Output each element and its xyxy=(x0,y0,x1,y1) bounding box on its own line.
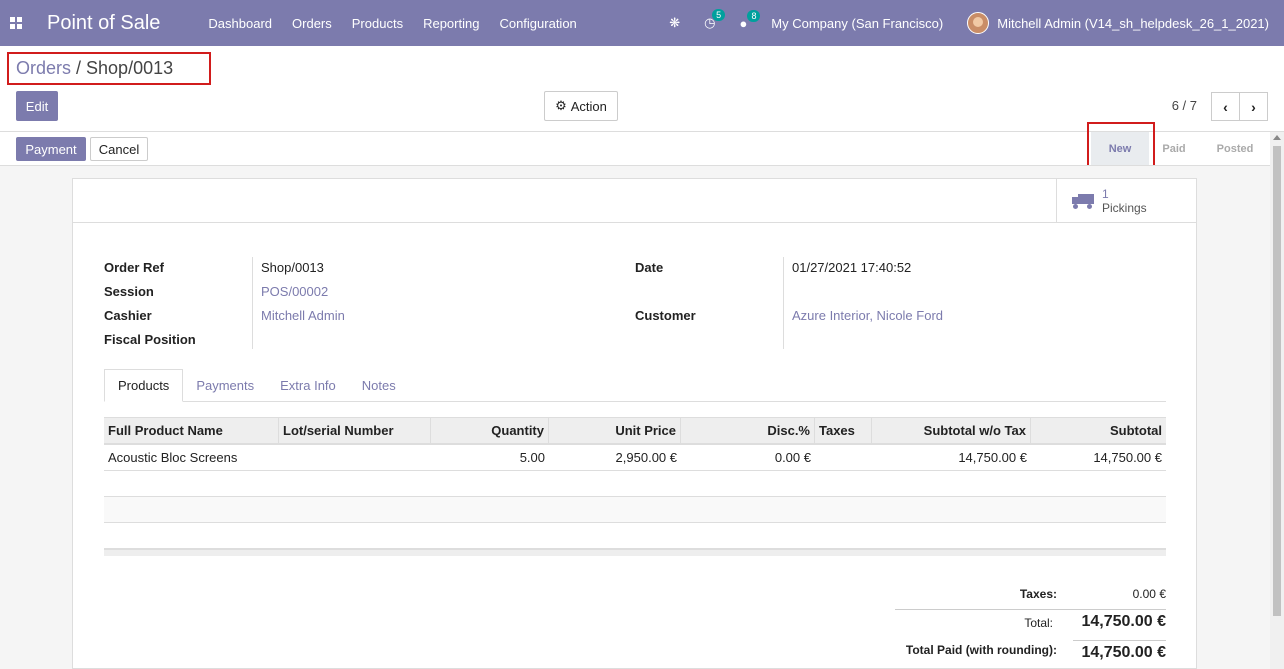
cell-subtotal: 14,750.00 € xyxy=(1093,450,1162,465)
order-lines-table: Full Product Name Lot/serial Number Quan… xyxy=(104,417,1166,556)
scrollbar[interactable] xyxy=(1270,132,1284,669)
app-title[interactable]: Point of Sale xyxy=(47,12,160,35)
pickings-label: Pickings xyxy=(1102,201,1147,215)
table-header: Full Product Name Lot/serial Number Quan… xyxy=(104,417,1166,445)
session-link[interactable]: POS/00002 xyxy=(261,284,328,299)
chevron-left-icon: ‹ xyxy=(1223,98,1228,115)
tab-products[interactable]: Products xyxy=(104,369,184,402)
notebook-tabs: Products Payments Extra Info Notes xyxy=(104,369,409,402)
date-value: 01/27/2021 17:40:52 xyxy=(792,260,912,275)
pager-next-button[interactable]: › xyxy=(1239,92,1268,121)
column-header-discount[interactable]: Disc.% xyxy=(681,418,815,443)
total-paid-label: Total Paid (with rounding): xyxy=(905,643,1057,657)
menu-configuration[interactable]: Configuration xyxy=(499,16,576,31)
gear-icon: ⚙ xyxy=(555,98,567,113)
column-header-taxes[interactable]: Taxes xyxy=(815,418,872,443)
total-value: 14,750.00 € xyxy=(1081,613,1166,630)
smart-button-box: 1 Pickings xyxy=(73,179,1196,223)
menu-orders[interactable]: Orders xyxy=(292,16,332,31)
message-count-badge: 8 xyxy=(747,9,761,22)
cell-taxes xyxy=(815,445,872,470)
session-label: Session xyxy=(104,284,154,299)
date-label: Date xyxy=(635,260,664,275)
total-paid-value: 14,750.00 € xyxy=(1081,644,1166,661)
activity-count-badge: 5 xyxy=(712,9,726,21)
customer-link[interactable]: Azure Interior, Nicole Ford xyxy=(792,308,943,323)
column-header-lot[interactable]: Lot/serial Number xyxy=(279,418,431,443)
truck-icon xyxy=(1072,194,1094,209)
action-label: Action xyxy=(570,98,607,114)
total-label: Total: xyxy=(1024,616,1053,630)
cashier-link[interactable]: Mitchell Admin xyxy=(261,308,345,323)
right-field-separator xyxy=(783,257,784,349)
edit-button[interactable]: Edit xyxy=(16,91,58,121)
table-footer xyxy=(104,549,1166,556)
table-row[interactable]: Acoustic Bloc Screens 5.00 2,950.00 € 0.… xyxy=(104,445,1166,471)
stage-paid[interactable]: Paid xyxy=(1151,132,1197,166)
empty-table-row xyxy=(104,497,1166,523)
cancel-button[interactable]: Cancel xyxy=(90,137,148,161)
paid-separator xyxy=(1073,640,1166,641)
tab-notes[interactable]: Notes xyxy=(349,369,409,402)
company-switcher[interactable]: My Company (San Francisco) xyxy=(771,16,943,31)
menu-dashboard[interactable]: Dashboard xyxy=(208,16,272,31)
empty-table-row xyxy=(104,471,1166,497)
stage-posted[interactable]: Posted xyxy=(1199,132,1271,166)
order-ref-value: Shop/0013 xyxy=(261,260,324,275)
tab-extra-info[interactable]: Extra Info xyxy=(267,369,349,402)
taxes-value: 0.00 € xyxy=(1132,587,1166,601)
scroll-up-icon[interactable] xyxy=(1273,135,1281,140)
main-navbar: Point of Sale Dashboard Orders Products … xyxy=(0,0,1284,46)
scrollbar-thumb[interactable] xyxy=(1273,146,1281,616)
pickings-count: 1 xyxy=(1102,187,1109,201)
payment-button[interactable]: Payment xyxy=(16,137,86,161)
column-header-subtotal[interactable]: Subtotal xyxy=(1031,418,1166,443)
tab-payments[interactable]: Payments xyxy=(183,369,267,402)
pickings-smart-button[interactable]: 1 Pickings xyxy=(1056,179,1196,223)
cell-unit-price: 2,950.00 € xyxy=(615,450,677,465)
fiscal-position-label: Fiscal Position xyxy=(104,332,196,347)
menu-reporting[interactable]: Reporting xyxy=(423,16,479,31)
cashier-label: Cashier xyxy=(104,308,152,323)
order-ref-label: Order Ref xyxy=(104,260,164,275)
menu-products[interactable]: Products xyxy=(352,16,403,31)
cell-discount: 0.00 € xyxy=(774,450,811,465)
column-header-unit-price[interactable]: Unit Price xyxy=(549,418,681,443)
totals-separator xyxy=(895,609,1166,610)
taxes-label: Taxes: xyxy=(1019,587,1057,601)
debug-bug-icon[interactable]: ❋ xyxy=(669,15,680,31)
column-header-quantity[interactable]: Quantity xyxy=(431,418,549,443)
left-field-separator xyxy=(252,257,253,349)
cell-lot xyxy=(279,445,431,470)
pager-value[interactable]: 6 / 7 xyxy=(1172,98,1197,113)
empty-table-row xyxy=(104,523,1166,549)
column-header-product[interactable]: Full Product Name xyxy=(104,418,279,443)
user-menu[interactable]: Mitchell Admin (V14_sh_helpdesk_26_1_202… xyxy=(997,16,1269,31)
column-header-subtotal-wo-tax[interactable]: Subtotal w/o Tax xyxy=(872,418,1031,443)
cell-quantity: 5.00 xyxy=(519,450,545,465)
cell-subtotal-wo-tax: 14,750.00 € xyxy=(958,450,1027,465)
action-dropdown-button[interactable]: ⚙ Action xyxy=(544,91,618,121)
pager-previous-button[interactable]: ‹ xyxy=(1211,92,1240,121)
chevron-right-icon: › xyxy=(1251,98,1256,115)
activity-clock-icon[interactable]: ◷ 5 xyxy=(704,9,726,31)
breadcrumb-highlight-box xyxy=(7,52,211,85)
form-sheet: 1 Pickings Order Ref Shop/0013 Session P… xyxy=(72,178,1197,669)
user-avatar[interactable] xyxy=(967,12,990,34)
apps-menu-icon[interactable] xyxy=(10,17,22,29)
cell-product: Acoustic Bloc Screens xyxy=(108,450,238,465)
customer-label: Customer xyxy=(635,308,696,323)
messages-chat-icon[interactable]: ● 8 xyxy=(739,9,761,31)
